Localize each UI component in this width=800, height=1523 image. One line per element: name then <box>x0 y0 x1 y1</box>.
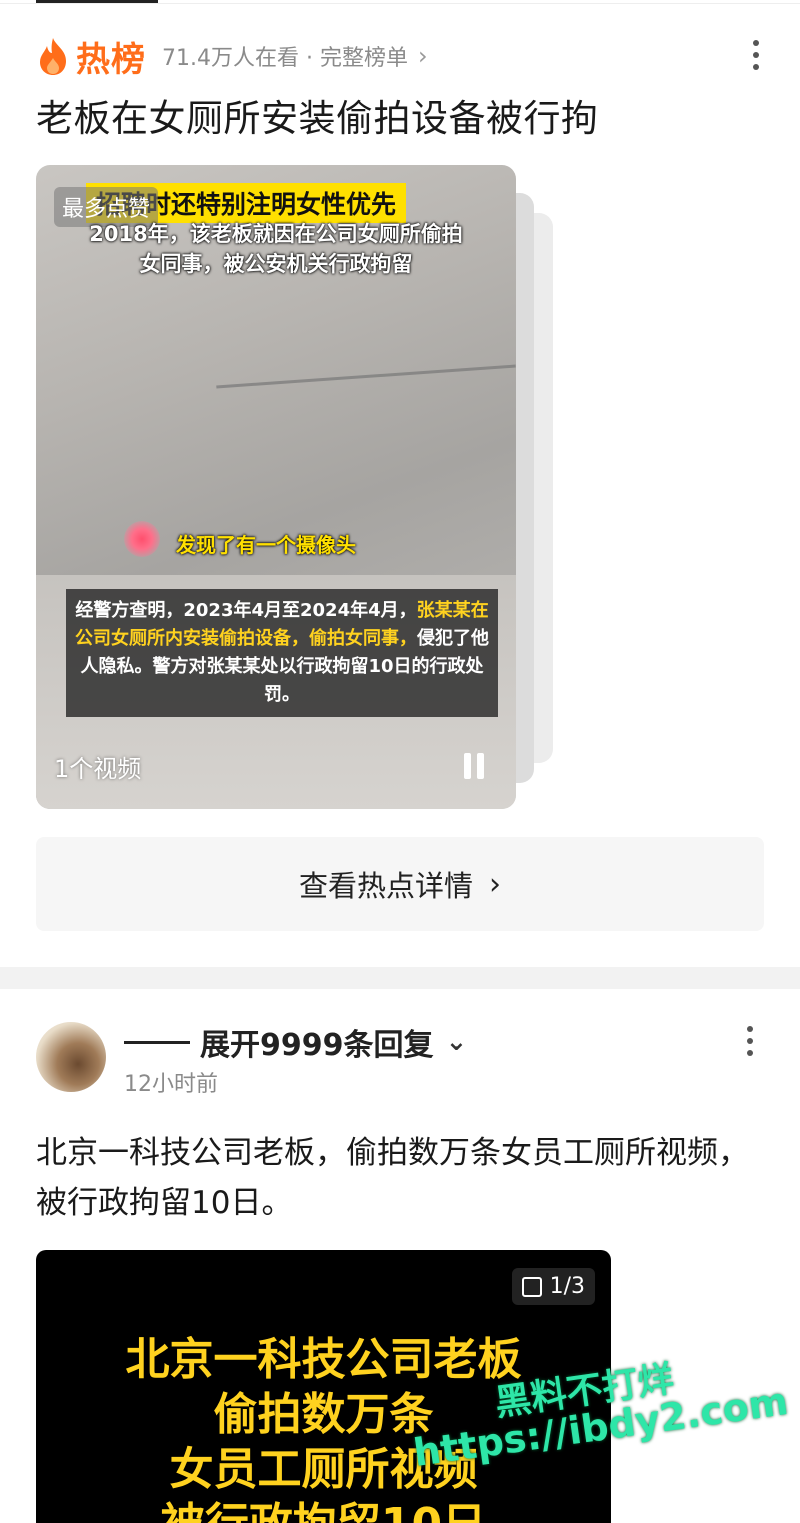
stacked-card-shadow <box>531 213 553 763</box>
police-statement-part: 经警方查明，2023年4月至2024年4月， <box>75 600 417 621</box>
dash-line <box>124 1040 190 1044</box>
post-time: 12小时前 <box>124 1072 218 1097</box>
hot-headline[interactable]: 老板在女厕所安装偷拍设备被行拘 <box>36 88 599 142</box>
chevron-down-icon: ⌄ <box>445 1027 468 1057</box>
avatar[interactable] <box>36 1022 106 1092</box>
video-frame-detail <box>216 364 516 389</box>
video-caption-found: 发现了有一个摄像头 <box>176 533 356 557</box>
more-options-icon[interactable] <box>752 40 760 70</box>
view-hot-details-button[interactable]: 查看热点详情 › <box>36 837 764 931</box>
top-divider <box>0 3 800 4</box>
camera-light-dot <box>124 521 160 557</box>
chevron-right-icon: › <box>417 42 428 70</box>
chevron-right-icon: › <box>489 866 501 902</box>
image-page-indicator: 1/3 <box>511 1268 595 1305</box>
view-hot-details-label: 查看热点详情 <box>298 869 473 903</box>
video-count: 1个视频 <box>54 755 142 783</box>
image-title-line: 被行政拘留10日 <box>36 1497 611 1523</box>
flame-icon <box>40 38 66 75</box>
image-page-text: 1/3 <box>549 1274 585 1299</box>
expand-replies-label: 展开9999条回复 <box>200 1028 434 1063</box>
hot-list-meta[interactable]: 71.4万人在看 · 完整榜单 › <box>162 40 428 72</box>
more-options-icon[interactable] <box>746 1026 754 1056</box>
hot-list-title: 热榜 <box>76 39 146 80</box>
video-card[interactable]: 招聘时还特别注明女性优先 最多点赞 2018年，该老板就因在公司女厕所偷拍女同事… <box>36 165 516 809</box>
hot-list-header[interactable]: 热榜 71.4万人在看 · 完整榜单 › <box>36 32 428 80</box>
gallery-icon <box>521 1276 542 1297</box>
section-divider <box>0 967 800 989</box>
post-text[interactable]: 北京一科技公司老板，偷拍数万条女员工厕所视频，被行政拘留10日。 <box>36 1128 766 1228</box>
expand-replies-toggle[interactable]: 展开9999条回复 ⌄ <box>124 1020 467 1064</box>
stacked-card-shadow <box>514 193 534 783</box>
hot-list-meta-text: 71.4万人在看 · 完整榜单 <box>162 46 408 71</box>
pause-icon[interactable] <box>464 753 490 781</box>
video-card-stack[interactable]: 招聘时还特别注明女性优先 最多点赞 2018年，该老板就因在公司女厕所偷拍女同事… <box>36 165 554 809</box>
police-statement-box: 经警方查明，2023年4月至2024年4月，张某某在公司女厕所内安装偷拍设备，偷… <box>66 589 498 717</box>
video-caption: 2018年，该老板就因在公司女厕所偷拍女同事，被公安机关行政拘留 <box>89 222 463 276</box>
